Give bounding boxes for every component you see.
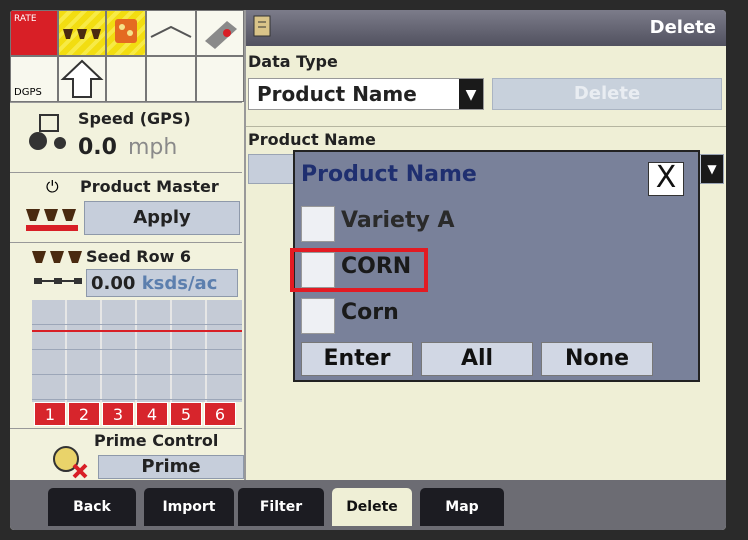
all-button[interactable]: All	[421, 342, 533, 376]
empty-icon-cell	[106, 56, 146, 102]
prime-icon	[53, 446, 88, 479]
book-svg	[205, 21, 237, 49]
seed-row-section: Seed Row 6 0.00 ksds/ac	[10, 242, 242, 301]
none-button[interactable]: None	[541, 342, 653, 376]
data-type-value: Product Name	[257, 82, 417, 106]
row-number-5[interactable]: 5	[170, 402, 202, 426]
prime-control-label: Prime Control	[94, 431, 219, 450]
rate-label: RATE	[14, 14, 37, 24]
power-icon: ⏻	[46, 177, 59, 196]
seed-bag-icon[interactable]	[106, 10, 146, 56]
item-label: Variety A	[341, 208, 455, 233]
title-bar: Delete	[246, 10, 726, 46]
status-icon-grid: RATE DGPS	[10, 10, 244, 102]
row-link-icon	[34, 278, 82, 284]
planter-icon	[26, 209, 78, 231]
list-item[interactable]: Corn	[301, 296, 661, 336]
data-type-dropdown[interactable]: Product Name ▼	[248, 78, 484, 110]
dgps-icon[interactable]: DGPS	[10, 56, 58, 102]
file-icon	[253, 15, 271, 37]
rate-icon[interactable]: RATE	[10, 10, 58, 56]
row-number-6[interactable]: 6	[204, 402, 236, 426]
speed-label: Speed (GPS)	[78, 109, 191, 128]
seed-rate-value: 0.00	[91, 273, 136, 294]
tab-map[interactable]: Map	[420, 488, 504, 526]
divider	[246, 126, 726, 127]
row-number-3[interactable]: 3	[102, 402, 134, 426]
dropdown-arrow-icon: ▼	[459, 79, 483, 109]
row-number-4[interactable]: 4	[136, 402, 168, 426]
item-label: Corn	[341, 300, 399, 325]
planter-row-icon[interactable]	[58, 10, 106, 56]
up-arrow-svg	[60, 59, 104, 98]
seed-rate-unit: ksds/ac	[141, 273, 218, 294]
dropdown-arrow-icon: ▼	[701, 155, 723, 183]
up-arrow-icon[interactable]	[58, 56, 106, 102]
tab-delete[interactable]: Delete	[332, 488, 412, 526]
tab-back[interactable]: Back	[48, 488, 136, 526]
monitor-screen: RATE DGPS Speed (GPS) 0.0 mph ⏻ Product …	[10, 10, 726, 530]
speed-unit: mph	[128, 135, 178, 160]
enter-button[interactable]: Enter	[301, 342, 413, 376]
left-panel: RATE DGPS Speed (GPS) 0.0 mph ⏻ Product …	[10, 10, 246, 480]
planter-units-svg	[63, 29, 101, 39]
prime-button[interactable]: Prime	[98, 455, 244, 479]
row-grid	[32, 300, 242, 402]
product-name-label: Product Name	[248, 130, 376, 149]
product-master-label: Product Master	[80, 177, 219, 196]
book-icon[interactable]	[196, 10, 244, 56]
row-number-2[interactable]: 2	[68, 402, 100, 426]
checkbox[interactable]	[301, 206, 335, 242]
product-master-section: ⏻ Product Master Apply	[10, 172, 242, 243]
seed-bag-svg	[115, 19, 137, 43]
speed-section: Speed (GPS) 0.0 mph	[10, 102, 242, 173]
empty-icon-cell	[196, 56, 244, 102]
seed-row-label: Seed Row 6	[86, 247, 192, 266]
dgps-label: DGPS	[14, 87, 42, 98]
popup-title: Product Name	[301, 162, 477, 187]
data-type-label: Data Type	[248, 52, 338, 71]
close-button[interactable]: X	[648, 162, 684, 196]
delete-button[interactable]: Delete	[492, 78, 722, 110]
tab-filter[interactable]: Filter	[238, 488, 324, 526]
tractor-icon	[29, 114, 66, 150]
sprayer-svg	[150, 25, 192, 38]
highlight-box	[290, 248, 428, 292]
row-number-1[interactable]: 1	[34, 402, 66, 426]
seed-row-icon	[32, 251, 82, 263]
apply-button[interactable]: Apply	[84, 201, 240, 235]
list-item[interactable]: Variety A	[301, 204, 661, 244]
page-title: Delete	[649, 17, 716, 38]
speed-value: 0.0	[78, 135, 117, 160]
row-status-chart	[32, 300, 242, 402]
seed-rate-field[interactable]: 0.00 ksds/ac	[86, 269, 238, 297]
empty-icon-cell	[146, 56, 196, 102]
bottom-tab-bar: Back Import Filter Delete Map	[10, 480, 726, 530]
checkbox[interactable]	[301, 298, 335, 334]
prime-control-section: Prime Control Prime	[10, 428, 244, 481]
sprayer-icon[interactable]	[146, 10, 196, 56]
tab-import[interactable]: Import	[144, 488, 234, 526]
